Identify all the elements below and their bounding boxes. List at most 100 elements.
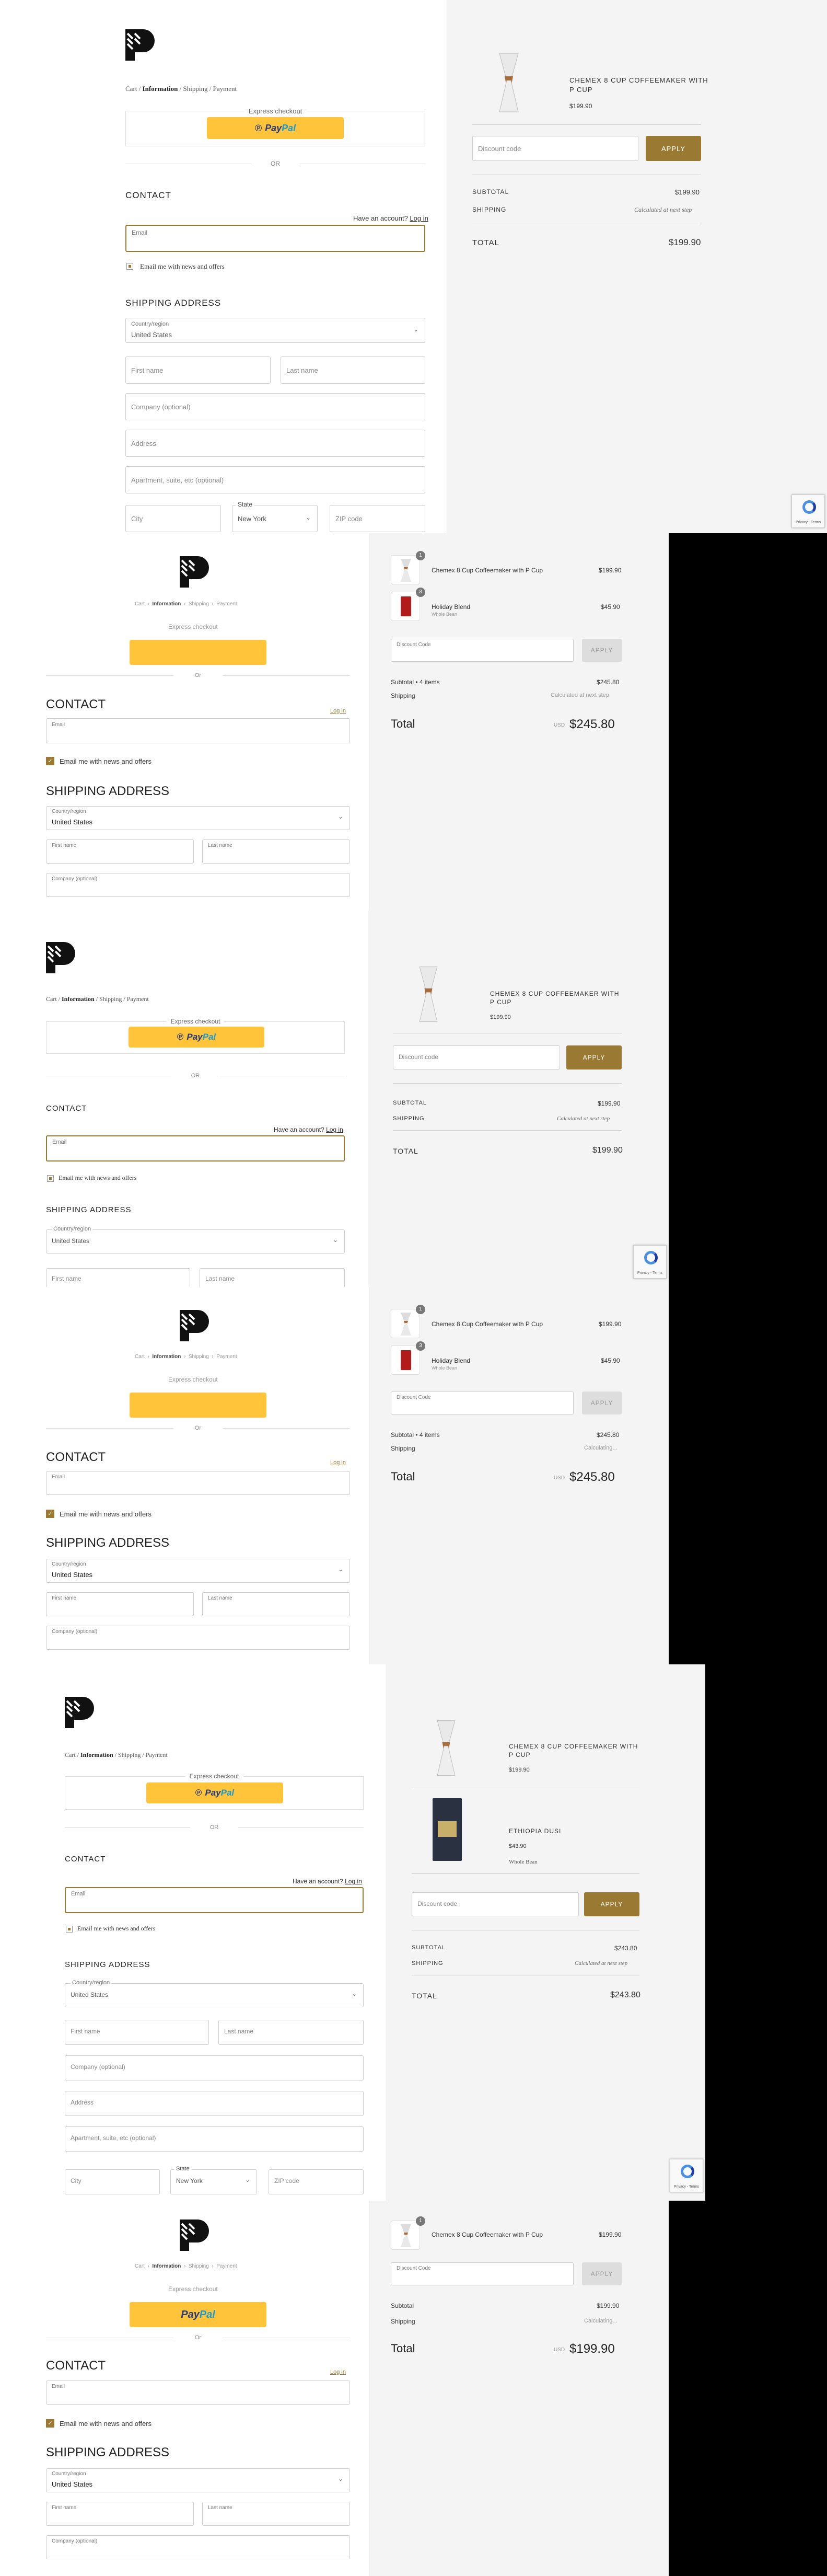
company-field[interactable]: Company (optional)	[46, 1626, 350, 1650]
express-checkout-label: Express checkout	[185, 1773, 243, 1780]
country-select[interactable]: Country/region United States ⌄	[46, 806, 350, 830]
breadcrumb-cart[interactable]: Cart	[125, 85, 137, 93]
breadcrumb-cart[interactable]: Cart	[135, 2263, 145, 2269]
discount-input[interactable]: Discount code	[472, 136, 638, 161]
company-field[interactable]: Company (optional)	[46, 873, 350, 897]
first-name-label: First name	[52, 2505, 77, 2511]
contact-heading: CONTACT	[46, 2359, 106, 2373]
login-link[interactable]: Log in	[330, 708, 346, 714]
paypal-button[interactable]	[130, 1393, 266, 1418]
store-logo[interactable]	[180, 2220, 211, 2251]
country-select[interactable]: Country/region United States ⌄	[46, 1226, 345, 1254]
discount-input[interactable]: Discount code	[412, 1892, 579, 1916]
shipping-label: SHIPPING	[393, 1116, 425, 1122]
news-checkbox[interactable]: ✓	[46, 2419, 54, 2428]
apartment-field[interactable]: Apartment, suite, etc (optional)	[65, 2126, 364, 2152]
first-name-field[interactable]: First name	[65, 2020, 209, 2045]
login-link[interactable]: Log in	[345, 1878, 362, 1885]
state-select[interactable]: State New York ⌄	[232, 501, 318, 532]
paypal-button[interactable]	[130, 640, 266, 665]
discount-input[interactable]: Discount Code	[391, 2262, 574, 2285]
breadcrumb-cart[interactable]: Cart	[135, 1354, 145, 1360]
apply-button[interactable]: APPLY	[566, 1045, 622, 1070]
store-logo[interactable]	[65, 1697, 96, 1728]
apply-button[interactable]: APPLY	[582, 2262, 622, 2285]
city-field[interactable]: City	[65, 2169, 160, 2194]
news-checkbox[interactable]: ✓	[46, 1510, 54, 1518]
subtotal-label: Subtotal • 4 items	[391, 1431, 440, 1439]
country-select[interactable]: Country/region United States ⌄	[46, 1559, 350, 1583]
discount-input[interactable]: Discount Code	[391, 1392, 574, 1414]
email-field[interactable]: Email	[46, 1135, 345, 1162]
store-logo[interactable]	[46, 942, 77, 973]
last-name-field[interactable]: Last name	[202, 840, 350, 864]
state-select[interactable]: State New York ⌄	[170, 2166, 257, 2194]
news-checkbox[interactable]: ✓	[46, 757, 54, 765]
email-field[interactable]: Email	[65, 1887, 364, 1913]
company-field[interactable]: Company (optional)	[125, 393, 425, 420]
store-logo[interactable]	[125, 29, 157, 61]
last-name-field[interactable]: Last name	[202, 1592, 350, 1616]
breadcrumb-cart[interactable]: Cart	[46, 995, 57, 1003]
discount-input[interactable]: Discount Code	[391, 639, 574, 662]
apartment-field[interactable]: Apartment, suite, etc (optional)	[125, 466, 425, 493]
paypal-button[interactable]: ℗ Pay Pal	[207, 117, 344, 139]
breadcrumb-cart[interactable]: Cart	[65, 1751, 76, 1758]
first-name-field[interactable]: First name	[46, 1592, 194, 1616]
news-checkbox[interactable]	[126, 263, 133, 270]
last-name-field[interactable]: Last name	[281, 356, 425, 384]
apply-button[interactable]: APPLY	[584, 1892, 639, 1916]
last-name-field[interactable]: Last name	[202, 2502, 350, 2526]
email-field[interactable]: Email	[125, 225, 425, 252]
paypal-button[interactable]: ℗ Pay Pal	[146, 1782, 283, 1803]
login-link[interactable]: Log in	[326, 1126, 343, 1133]
company-field[interactable]: Company (optional)	[46, 2535, 350, 2559]
first-name-field[interactable]: First name	[46, 840, 194, 864]
login-link[interactable]: Log in	[330, 1459, 346, 1466]
recaptcha-badge[interactable]: Privacy - Terms	[791, 494, 825, 528]
email-field[interactable]: Email	[46, 1471, 350, 1495]
breadcrumb-information: Information	[152, 1354, 181, 1360]
divider	[393, 1083, 622, 1084]
address-field[interactable]: Address	[125, 430, 425, 457]
paypal-button[interactable]: ℗ Pay Pal	[129, 1027, 264, 1048]
address-field[interactable]: Address	[65, 2091, 364, 2116]
last-name-field[interactable]: Last name	[218, 2020, 364, 2045]
apply-button[interactable]: APPLY	[582, 639, 622, 662]
login-link[interactable]: Log in	[330, 2369, 346, 2375]
country-select[interactable]: Country/region United States ⌄	[125, 318, 425, 343]
total-label: TOTAL	[472, 238, 499, 247]
first-name-field[interactable]: First name	[46, 2502, 194, 2526]
country-select[interactable]: Country/region United States ⌄	[65, 1980, 364, 2007]
contact-heading: CONTACT	[65, 1855, 106, 1864]
product-title-2: P CUP	[569, 86, 593, 94]
first-name-field[interactable]: First name	[46, 1268, 190, 1287]
news-checkbox[interactable]	[66, 1926, 73, 1933]
apply-button[interactable]: APPLY	[646, 136, 701, 161]
store-logo[interactable]	[180, 1310, 211, 1341]
breadcrumb-cart[interactable]: Cart	[135, 601, 145, 607]
zip-field[interactable]: ZIP code	[330, 505, 425, 532]
email-field[interactable]: Email	[46, 2380, 350, 2405]
first-name-field[interactable]: First name	[125, 356, 271, 384]
company-field[interactable]: Company (optional)	[65, 2055, 364, 2080]
store-logo[interactable]	[180, 556, 211, 588]
login-link[interactable]: Log in	[410, 214, 428, 222]
paypal-button[interactable]: Pay Pal	[130, 2302, 266, 2327]
zip-field[interactable]: ZIP code	[269, 2169, 364, 2194]
recaptcha-icon	[681, 2165, 694, 2178]
discount-label: Discount Code	[397, 1395, 431, 1400]
last-name-field[interactable]: Last name	[200, 1268, 345, 1287]
apply-button[interactable]: APPLY	[582, 1392, 622, 1414]
country-label: Country/region	[52, 1226, 93, 1232]
paypal-icon: ℗	[177, 1032, 184, 1042]
recaptcha-badge[interactable]: Privacy - Terms	[633, 1245, 667, 1279]
email-field[interactable]: Email	[46, 718, 350, 743]
country-select[interactable]: Country/region United States ⌄	[46, 2468, 350, 2492]
divider	[393, 1130, 622, 1131]
city-field[interactable]: City	[125, 505, 221, 532]
recaptcha-badge[interactable]: Privacy - Terms	[670, 2159, 703, 2192]
discount-input[interactable]: Discount code	[393, 1045, 560, 1070]
news-checkbox[interactable]	[47, 1175, 54, 1182]
paypal-icon: ℗	[254, 122, 262, 133]
